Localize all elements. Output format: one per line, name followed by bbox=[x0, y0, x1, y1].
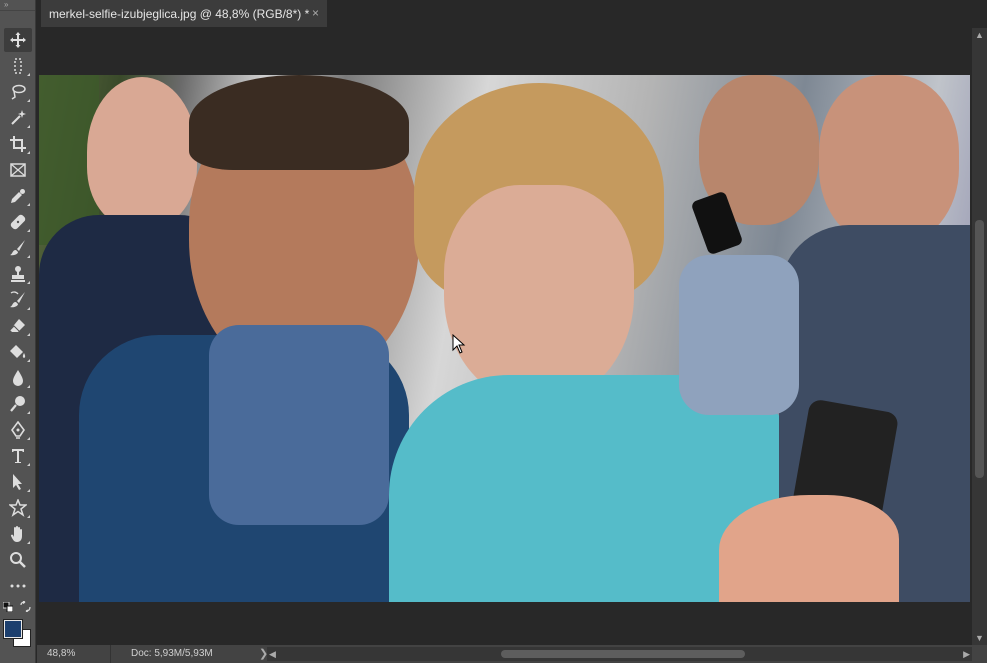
pen-tool[interactable] bbox=[4, 418, 32, 442]
close-icon[interactable]: × bbox=[312, 6, 319, 20]
brush-tool-icon bbox=[10, 240, 25, 256]
default-colors-icon[interactable] bbox=[3, 602, 13, 612]
blur-tool[interactable] bbox=[4, 366, 32, 390]
type-tool[interactable] bbox=[4, 444, 32, 468]
eyedropper-tool[interactable] bbox=[4, 184, 32, 208]
marquee-tool[interactable] bbox=[4, 54, 32, 78]
paint-bucket-tool[interactable] bbox=[4, 340, 32, 364]
move-tool[interactable] bbox=[4, 28, 32, 52]
document-tab-bar: merkel-selfie-izubjeglica.jpg @ 48,8% (R… bbox=[37, 0, 987, 28]
healing-brush-tool[interactable] bbox=[4, 210, 32, 234]
mouse-cursor-icon bbox=[452, 334, 466, 354]
history-brush-tool[interactable] bbox=[4, 288, 32, 312]
hand-tool-icon bbox=[10, 526, 22, 542]
move-tool-icon bbox=[10, 32, 26, 48]
zoom-tool[interactable] bbox=[4, 548, 32, 572]
document-info: Doc: 5,93M/5,93M bbox=[131, 648, 213, 659]
hand-tool[interactable] bbox=[4, 522, 32, 546]
more-tools-icon bbox=[10, 584, 26, 588]
scroll-up-icon[interactable]: ▲ bbox=[975, 30, 984, 40]
path-selection-tool[interactable] bbox=[4, 470, 32, 494]
dodge-tool[interactable] bbox=[4, 392, 32, 416]
frame-tool-icon bbox=[10, 163, 26, 177]
magic-wand-tool-icon bbox=[11, 110, 26, 125]
status-bar: 48,8% Doc: 5,93M/5,93M ❯ ◀ ▶ bbox=[37, 645, 987, 663]
history-brush-tool-icon bbox=[10, 291, 25, 308]
document-image[interactable] bbox=[39, 75, 970, 602]
crop-tool-icon bbox=[10, 136, 26, 152]
zoom-level-field[interactable]: 48,8% bbox=[37, 645, 111, 663]
dodge-tool-icon bbox=[10, 396, 25, 412]
path-selection-tool-icon bbox=[13, 474, 22, 490]
canvas-area[interactable] bbox=[37, 28, 972, 645]
color-swatches bbox=[0, 596, 36, 656]
document-tab-title: merkel-selfie-izubjeglica.jpg @ 48,8% (R… bbox=[49, 6, 310, 21]
vertical-scroll-thumb[interactable] bbox=[975, 220, 984, 478]
marquee-tool-icon bbox=[14, 58, 22, 74]
tools-panel: » bbox=[0, 0, 36, 663]
blur-tool-icon bbox=[13, 370, 23, 386]
horizontal-scrollbar[interactable]: ◀ ▶ bbox=[267, 647, 972, 661]
eyedropper-tool-icon bbox=[11, 189, 25, 203]
eraser-tool[interactable] bbox=[4, 314, 32, 338]
frame-tool[interactable] bbox=[4, 158, 32, 182]
vertical-scrollbar[interactable]: ▲ ▼ bbox=[972, 28, 987, 645]
toolbar-collapse-grip[interactable]: » bbox=[0, 0, 35, 11]
document-tab[interactable]: merkel-selfie-izubjeglica.jpg @ 48,8% (R… bbox=[41, 0, 327, 27]
magic-wand-tool[interactable] bbox=[4, 106, 32, 130]
clone-stamp-tool[interactable] bbox=[4, 262, 32, 286]
swap-colors-icon[interactable] bbox=[20, 601, 31, 612]
paint-bucket-tool-icon bbox=[10, 345, 26, 358]
scroll-left-icon[interactable]: ◀ bbox=[269, 647, 276, 661]
horizontal-scroll-thumb[interactable] bbox=[501, 650, 745, 658]
scroll-right-icon[interactable]: ▶ bbox=[963, 647, 970, 661]
shape-tool-icon bbox=[9, 499, 27, 517]
clone-stamp-tool-icon bbox=[11, 266, 25, 282]
type-tool-icon bbox=[12, 449, 24, 463]
lasso-tool[interactable] bbox=[4, 80, 32, 104]
edit-toolbar-button[interactable] bbox=[4, 574, 32, 598]
pen-tool-icon bbox=[11, 421, 25, 439]
healing-brush-tool-icon bbox=[10, 214, 26, 230]
shape-tool[interactable] bbox=[4, 496, 32, 520]
foreground-color-swatch[interactable] bbox=[4, 620, 22, 638]
scroll-down-icon[interactable]: ▼ bbox=[975, 633, 984, 643]
zoom-tool-icon bbox=[10, 552, 26, 568]
lasso-tool-icon bbox=[11, 84, 26, 100]
brush-tool[interactable] bbox=[4, 236, 32, 260]
crop-tool[interactable] bbox=[4, 132, 32, 156]
eraser-tool-icon bbox=[9, 319, 25, 333]
